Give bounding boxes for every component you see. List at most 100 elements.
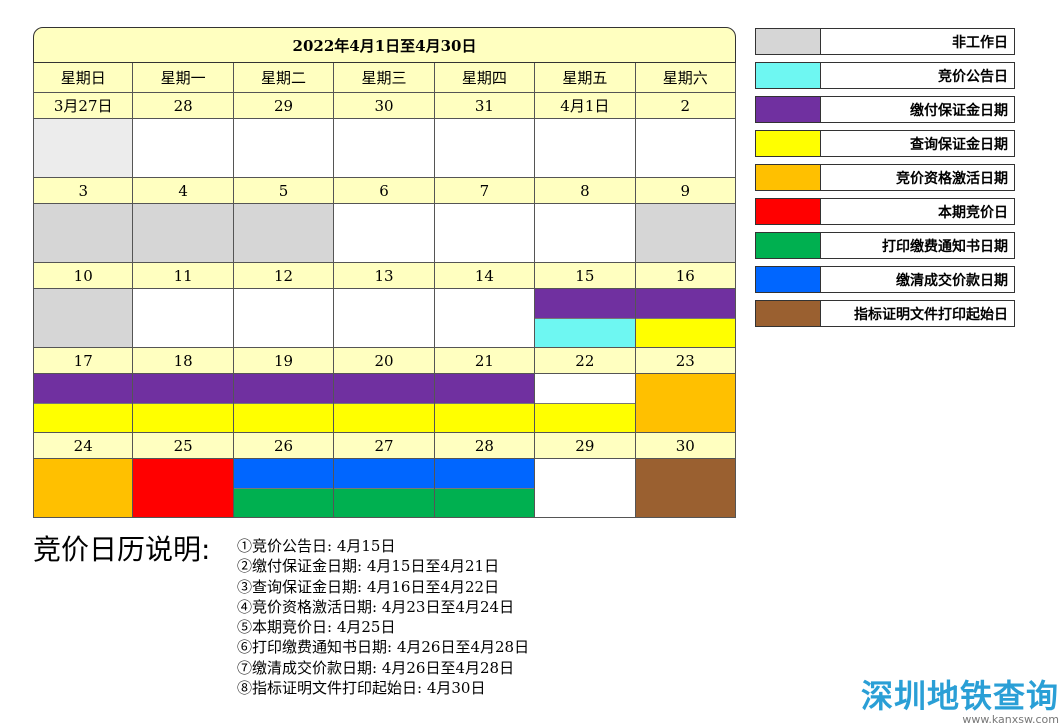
note-item: ③查询保证金日期: 4月16日至4月22日 <box>237 577 500 596</box>
legend-item: 竞价公告日 <box>755 62 1015 89</box>
legend-label: 本期竞价日 <box>938 204 1008 221</box>
day-number: 22 <box>535 348 636 374</box>
day-cell <box>434 459 536 518</box>
day-number: 4月1日 <box>535 93 636 119</box>
day-number: 23 <box>635 348 736 374</box>
day-color-band <box>233 374 334 403</box>
legend-swatch <box>756 233 821 258</box>
day-color-band <box>334 289 434 347</box>
day-cell <box>434 374 536 433</box>
day-color-band <box>233 289 334 347</box>
day-cell <box>434 204 536 263</box>
day-cell <box>635 374 736 433</box>
day-cell <box>33 119 134 178</box>
watermark-text: 深圳地铁查询 <box>860 677 1059 715</box>
weekday-header: 星期日 <box>33 63 134 93</box>
weekday-header-row: 星期日 星期一 星期二 星期三 星期四 星期五 星期六 <box>33 63 736 93</box>
day-color-band <box>133 402 233 432</box>
legend: 非工作日 竞价公告日 缴付保证金日期 查询保证金日期 竞价资格激活日期 本期竞价日 打印缴费… <box>755 28 1015 334</box>
day-color-band <box>635 119 735 177</box>
day-color-band <box>334 402 434 432</box>
day-number: 28 <box>133 93 234 119</box>
legend-item: 指标证明文件打印起始日 <box>755 300 1015 327</box>
day-color-band <box>34 204 133 262</box>
day-number: 7 <box>434 178 536 204</box>
day-cell <box>33 459 134 518</box>
day-cell <box>33 289 134 348</box>
day-number-row: 17 18 19 20 21 22 23 <box>33 348 736 374</box>
note-item: ④竞价资格激活日期: 4月23日至4月24日 <box>237 597 515 616</box>
notes-heading: 竞价日历说明: <box>33 533 211 566</box>
day-color-band <box>334 459 434 488</box>
day-color-band <box>133 204 233 262</box>
day-cell <box>535 204 636 263</box>
legend-swatch <box>756 301 821 326</box>
legend-item: 非工作日 <box>755 28 1015 55</box>
day-cell <box>334 289 435 348</box>
day-color-band <box>434 289 535 347</box>
day-color-band <box>434 204 535 262</box>
day-color-band <box>334 374 434 403</box>
day-color-band <box>635 204 735 262</box>
weekday-header: 星期五 <box>535 63 636 93</box>
day-number: 13 <box>334 263 435 289</box>
day-number: 29 <box>535 433 636 459</box>
day-cell <box>233 289 335 348</box>
day-number: 21 <box>434 348 536 374</box>
day-color-band <box>535 317 635 347</box>
legend-label: 查询保证金日期 <box>910 136 1008 153</box>
day-color-band <box>434 374 535 403</box>
day-color-band <box>233 402 334 432</box>
day-color-band <box>34 459 133 517</box>
day-number: 18 <box>133 348 234 374</box>
day-cell <box>133 204 234 263</box>
day-cell <box>635 204 736 263</box>
legend-item: 缴清成交价款日期 <box>755 266 1015 293</box>
weekday-header: 星期一 <box>133 63 234 93</box>
day-cell <box>233 374 335 433</box>
day-color-band <box>334 487 434 517</box>
day-color-band <box>535 204 635 262</box>
day-number: 31 <box>434 93 536 119</box>
day-color-band <box>535 374 635 403</box>
legend-swatch <box>756 165 821 190</box>
day-color-band <box>535 119 635 177</box>
day-number: 12 <box>233 263 335 289</box>
day-color-band <box>535 289 635 318</box>
legend-swatch <box>756 267 821 292</box>
day-color-band <box>635 459 735 517</box>
legend-item: 缴付保证金日期 <box>755 96 1015 123</box>
calendar-weeks: 3月27日 28 29 30 31 4月1日 2 3 4 5 6 7 8 9 10 11 12 13 14 15 16 1… <box>33 93 736 518</box>
day-number: 15 <box>535 263 636 289</box>
day-number-row: 3月27日 28 29 30 31 4月1日 2 <box>33 93 736 119</box>
note-item: ⑦缴清成交价款日期: 4月26日至4月28日 <box>237 658 515 677</box>
legend-item: 本期竞价日 <box>755 198 1015 225</box>
day-color-row <box>33 204 736 263</box>
day-color-band <box>635 289 735 318</box>
day-cell <box>133 119 234 178</box>
day-number: 6 <box>334 178 435 204</box>
day-number: 30 <box>635 433 736 459</box>
legend-label: 竞价公告日 <box>938 68 1008 85</box>
day-color-band <box>133 119 233 177</box>
day-cell <box>434 289 536 348</box>
day-cell <box>434 119 536 178</box>
day-number: 27 <box>334 433 435 459</box>
legend-label: 缴清成交价款日期 <box>896 272 1008 289</box>
day-number: 8 <box>535 178 636 204</box>
day-number-row: 24 25 26 27 28 29 30 <box>33 433 736 459</box>
day-cell <box>133 459 234 518</box>
day-number: 10 <box>33 263 134 289</box>
calendar-title: 2022年4月1日至4月30日 <box>33 27 736 63</box>
day-cell <box>535 374 636 433</box>
legend-label: 非工作日 <box>952 34 1008 51</box>
day-number: 11 <box>133 263 234 289</box>
day-color-band <box>434 402 535 432</box>
note-item: ②缴付保证金日期: 4月15日至4月21日 <box>237 557 500 576</box>
day-color-band <box>635 317 735 347</box>
day-number: 9 <box>635 178 736 204</box>
day-cell <box>233 204 335 263</box>
legend-swatch <box>756 199 821 224</box>
day-cell <box>635 289 736 348</box>
day-cell <box>233 459 335 518</box>
